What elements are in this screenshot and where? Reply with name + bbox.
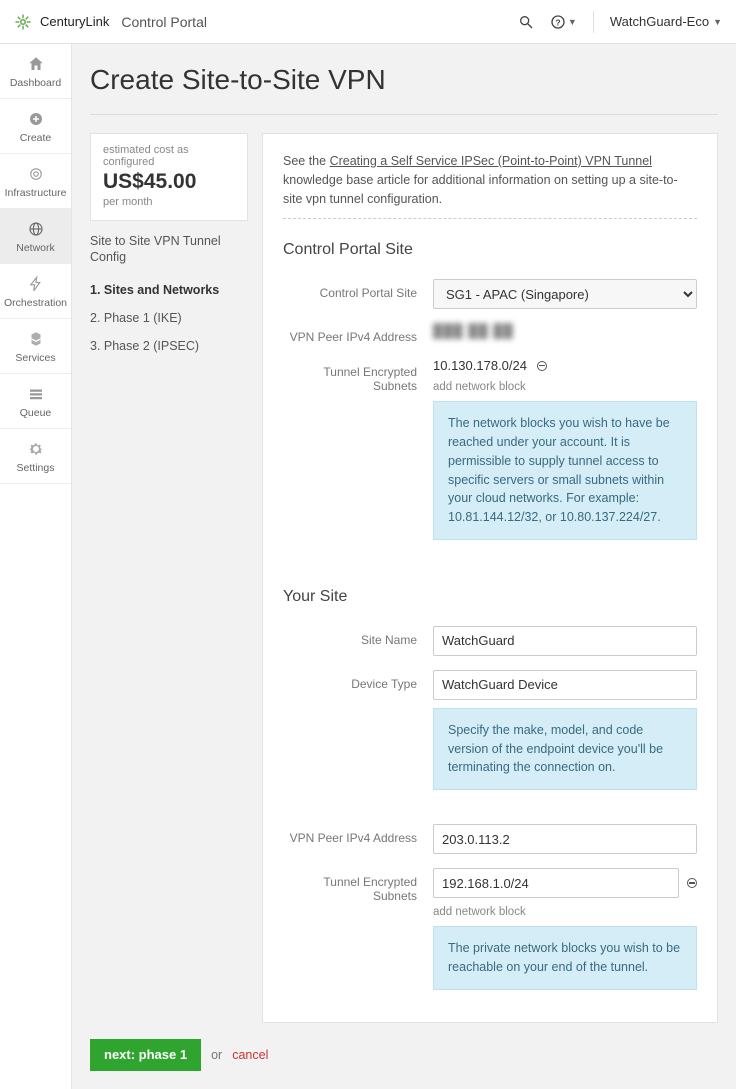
portal-name: Control Portal <box>121 14 207 30</box>
label-your-peer-address: VPN Peer IPv4 Address <box>283 824 433 845</box>
wizard-steps: 1. Sites and Networks 2. Phase 1 (IKE) 3… <box>90 276 248 360</box>
step-phase1[interactable]: 2. Phase 1 (IKE) <box>90 304 248 332</box>
nav-label: Services <box>15 352 55 364</box>
divider-dashed <box>283 218 697 219</box>
gear-outline-icon <box>27 165 45 183</box>
cost-period: per month <box>103 196 235 208</box>
nav-label: Infrastructure <box>5 187 67 199</box>
cp-subnets-info: The network blocks you wish to have be r… <box>433 401 697 540</box>
nav-label: Orchestration <box>4 297 67 309</box>
sidebar-item-create[interactable]: Create <box>0 99 71 154</box>
label-device-type: Device Type <box>283 670 433 691</box>
nav-label: Settings <box>17 462 55 474</box>
centurylink-logo-icon <box>14 13 32 31</box>
help-icon: ? <box>550 14 566 30</box>
cancel-link[interactable]: cancel <box>232 1048 268 1062</box>
cog-icon <box>27 440 45 458</box>
site-name-input[interactable] <box>433 626 697 656</box>
nav-label: Network <box>16 242 55 254</box>
section-control-portal-site: Control Portal Site <box>283 241 697 259</box>
label-site-name: Site Name <box>283 626 433 647</box>
label-control-portal-site: Control Portal Site <box>283 279 433 300</box>
sidebar-item-orchestration[interactable]: Orchestration <box>0 264 71 319</box>
chevron-down-icon: ▼ <box>713 17 722 27</box>
chevron-down-icon: ▼ <box>568 17 577 27</box>
next-phase1-button[interactable]: next: phase 1 <box>90 1039 201 1071</box>
svg-text:?: ? <box>555 17 560 27</box>
sidebar-nav: Dashboard Create Infrastructure Network … <box>0 44 72 1089</box>
nav-label: Dashboard <box>10 77 61 89</box>
add-network-block-link-2[interactable]: add network block <box>433 906 697 918</box>
sidebar-item-network[interactable]: Network <box>0 209 71 264</box>
device-type-input[interactable] <box>433 670 697 700</box>
page-title: Create Site-to-Site VPN <box>90 64 718 115</box>
brand-name: CenturyLink <box>40 14 109 29</box>
app-header: CenturyLink Control Portal ? ▼ WatchGuar… <box>0 0 736 44</box>
bolt-icon <box>27 275 45 293</box>
control-portal-site-select[interactable]: SG1 - APAC (Singapore) <box>433 279 697 309</box>
cost-label: estimated cost as configured <box>103 144 235 168</box>
sidebar-item-settings[interactable]: Settings <box>0 429 71 484</box>
account-name: WatchGuard-Eco <box>610 14 709 29</box>
cp-peer-address-value: ███ ██ ██ <box>433 323 514 338</box>
sidebar-item-queue[interactable]: Queue <box>0 374 71 429</box>
sidebar-item-services[interactable]: Services <box>0 319 71 374</box>
plus-circle-icon <box>27 110 45 128</box>
label-your-subnets: Tunnel Encrypted Subnets <box>283 868 433 903</box>
account-menu[interactable]: WatchGuard-Eco ▼ <box>610 14 722 29</box>
kb-article-link[interactable]: Creating a Self Service IPSec (Point-to-… <box>330 154 652 168</box>
globe-icon <box>27 220 45 238</box>
queue-icon <box>27 385 45 403</box>
remove-subnet-icon[interactable] <box>687 878 697 888</box>
device-type-info: Specify the make, model, and code versio… <box>433 708 697 790</box>
cost-card: estimated cost as configured US$45.00 pe… <box>90 133 248 221</box>
main-content: Create Site-to-Site VPN estimated cost a… <box>72 44 736 1089</box>
cost-amount: US$45.00 <box>103 170 235 194</box>
header-divider <box>593 11 594 33</box>
sidebar-item-dashboard[interactable]: Dashboard <box>0 44 71 99</box>
add-network-block-link[interactable]: add network block <box>433 381 697 393</box>
section-your-site: Your Site <box>283 588 697 606</box>
remove-subnet-icon[interactable] <box>537 361 547 371</box>
label-cp-subnets: Tunnel Encrypted Subnets <box>283 358 433 393</box>
sidebar-item-infrastructure[interactable]: Infrastructure <box>0 154 71 209</box>
or-text: or <box>211 1048 222 1062</box>
intro-text: See the Creating a Self Service IPSec (P… <box>283 152 697 208</box>
search-icon[interactable] <box>518 14 534 30</box>
wizard-footer: next: phase 1 or cancel <box>90 1039 718 1071</box>
cp-subnet-value: 10.130.178.0/24 <box>433 358 527 373</box>
home-icon <box>27 55 45 73</box>
nav-label: Queue <box>20 407 52 419</box>
nav-label: Create <box>20 132 52 144</box>
cubes-icon <box>27 330 45 348</box>
config-panel-title: Site to Site VPN Tunnel Config <box>90 233 248 266</box>
form-panel: See the Creating a Self Service IPSec (P… <box>262 133 718 1023</box>
label-cp-peer-address: VPN Peer IPv4 Address <box>283 323 433 344</box>
help-menu[interactable]: ? ▼ <box>550 14 577 30</box>
your-subnets-info: The private network blocks you wish to b… <box>433 926 697 990</box>
your-subnet-input[interactable] <box>433 868 679 898</box>
your-peer-address-input[interactable] <box>433 824 697 854</box>
step-phase2[interactable]: 3. Phase 2 (IPSEC) <box>90 332 248 360</box>
step-sites-networks[interactable]: 1. Sites and Networks <box>90 276 248 304</box>
